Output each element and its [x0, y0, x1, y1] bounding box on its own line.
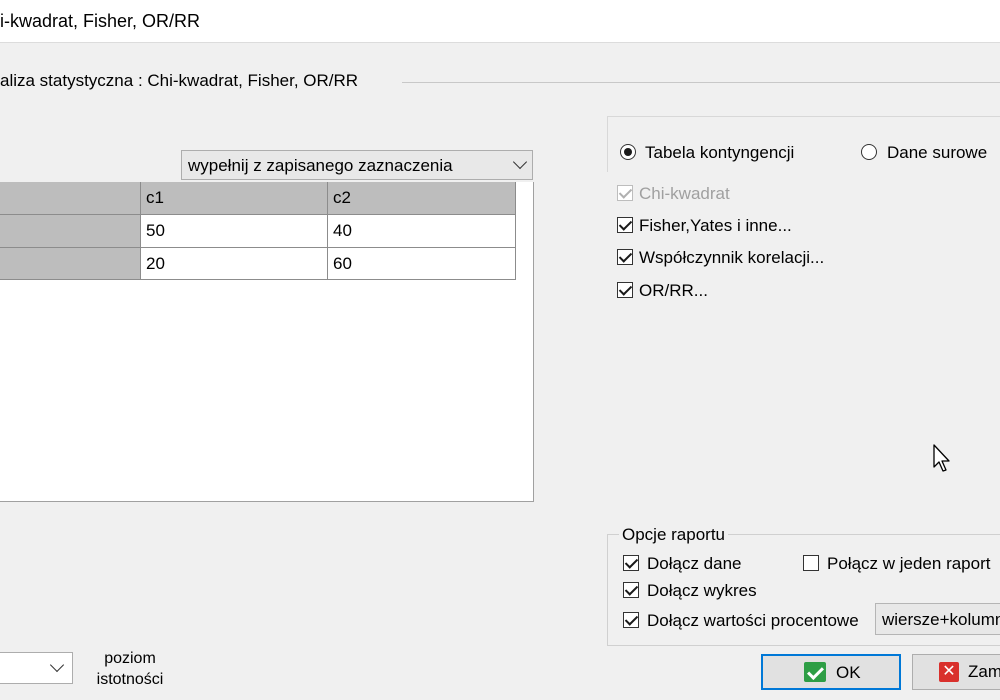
table-cell-r1-c2[interactable]: 40	[328, 215, 516, 248]
correlation-label[interactable]: Współczynnik korelacji...	[639, 248, 824, 268]
mouse-pointer-icon	[933, 444, 950, 472]
table-cell-r1-c1[interactable]: 50	[141, 215, 328, 248]
close-button[interactable]: ✕ Zam	[912, 654, 1000, 690]
group-divider	[402, 82, 1000, 83]
merge-report-checkbox[interactable]	[803, 555, 819, 571]
table-cell-r2-c1[interactable]: 20	[141, 248, 328, 280]
row-header-1[interactable]	[0, 215, 141, 248]
ok-button-label: OK	[836, 663, 861, 682]
chevron-down-icon	[49, 657, 65, 673]
fill-from-selection-dropdown[interactable]: wypełnij z zapisanego zaznaczenia	[181, 150, 533, 180]
chi-square-checkbox	[617, 185, 633, 201]
table-corner-cell	[0, 182, 141, 215]
include-data-checkbox[interactable]	[623, 555, 639, 571]
chi-square-label: Chi-kwadrat	[639, 184, 730, 203]
significance-level-label: poziom istotności	[96, 650, 164, 688]
or-rr-label[interactable]: OR/RR...	[639, 281, 708, 301]
include-chart-label[interactable]: Dołącz wykres	[647, 581, 757, 601]
title-bar: i-kwadrat, Fisher, OR/RR	[0, 0, 1000, 43]
radio-contingency-table[interactable]	[620, 144, 636, 160]
include-chart-checkbox[interactable]	[623, 582, 639, 598]
fisher-checkbox[interactable]	[617, 217, 633, 233]
percent-mode-value: wiersze+kolumny	[882, 610, 1000, 629]
percent-mode-dropdown[interactable]: wiersze+kolumny	[875, 603, 1000, 635]
include-percent-checkbox[interactable]	[623, 612, 639, 628]
checkmark-icon	[804, 662, 826, 682]
ok-button[interactable]: OK	[761, 654, 901, 690]
column-header-c1[interactable]: c1	[141, 182, 328, 215]
fisher-label[interactable]: Fisher,Yates i inne...	[639, 216, 792, 236]
include-percent-label[interactable]: Dołącz wartości procentowe	[647, 611, 859, 631]
include-data-label[interactable]: Dołącz dane	[647, 554, 742, 574]
significance-level-dropdown[interactable]	[0, 652, 73, 684]
radio-contingency-table-label[interactable]: Tabela kontyngencji	[645, 143, 794, 163]
contingency-table[interactable]: c1 c2 50 40 20 60	[0, 182, 534, 502]
merge-report-label[interactable]: Połącz w jeden raport	[827, 554, 990, 574]
chevron-down-icon	[512, 154, 528, 170]
radio-raw-data[interactable]	[861, 144, 877, 160]
group-title: aliza statystyczna : Chi-kwadrat, Fisher…	[0, 71, 359, 90]
or-rr-checkbox[interactable]	[617, 282, 633, 298]
table-cell-r2-c2[interactable]: 60	[328, 248, 516, 280]
correlation-checkbox[interactable]	[617, 249, 633, 265]
fill-dropdown-value: wypełnij z zapisanego zaznaczenia	[188, 156, 453, 175]
close-icon: ✕	[939, 662, 959, 682]
row-header-2[interactable]	[0, 248, 141, 280]
report-options-title: Opcje raportu	[619, 525, 728, 545]
radio-raw-data-label[interactable]: Dane surowe	[887, 143, 987, 163]
column-header-c2[interactable]: c2	[328, 182, 516, 215]
window-title: i-kwadrat, Fisher, OR/RR	[0, 11, 201, 31]
close-button-label: Zam	[968, 662, 1000, 681]
